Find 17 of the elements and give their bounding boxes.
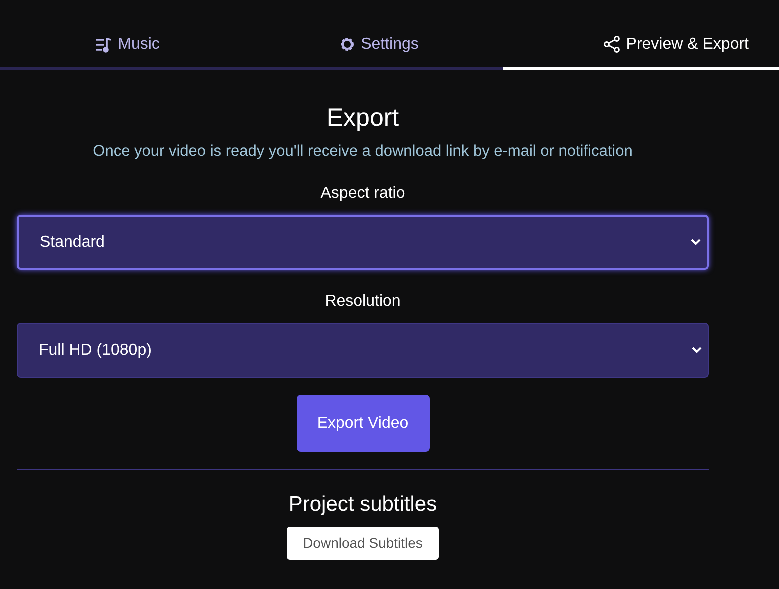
section-title: Project subtitles xyxy=(288,492,438,518)
section-title: Export xyxy=(326,103,400,134)
dropdown[interactable]: Full HD (1080p) xyxy=(17,323,709,378)
info-text: Once your video is ready you'll receive a download link by e-mail or notification xyxy=(93,142,633,162)
share-icon xyxy=(603,36,622,53)
chevron-down-icon xyxy=(692,347,702,354)
dropdown[interactable]: Standard xyxy=(17,215,709,270)
export-button[interactable]: Export Video xyxy=(296,395,430,452)
field-label: Resolution xyxy=(325,292,401,312)
gear-icon xyxy=(339,36,356,53)
download-subtitles-button[interactable]: Download Subtitles xyxy=(287,527,439,560)
tab[interactable]: Music xyxy=(0,22,255,70)
music-list-icon xyxy=(95,36,114,52)
chevron-down-icon xyxy=(691,239,701,246)
field-label: Aspect ratio xyxy=(320,184,406,204)
tab[interactable]: Settings xyxy=(255,22,503,70)
tab[interactable]: Preview & Export xyxy=(503,22,779,70)
